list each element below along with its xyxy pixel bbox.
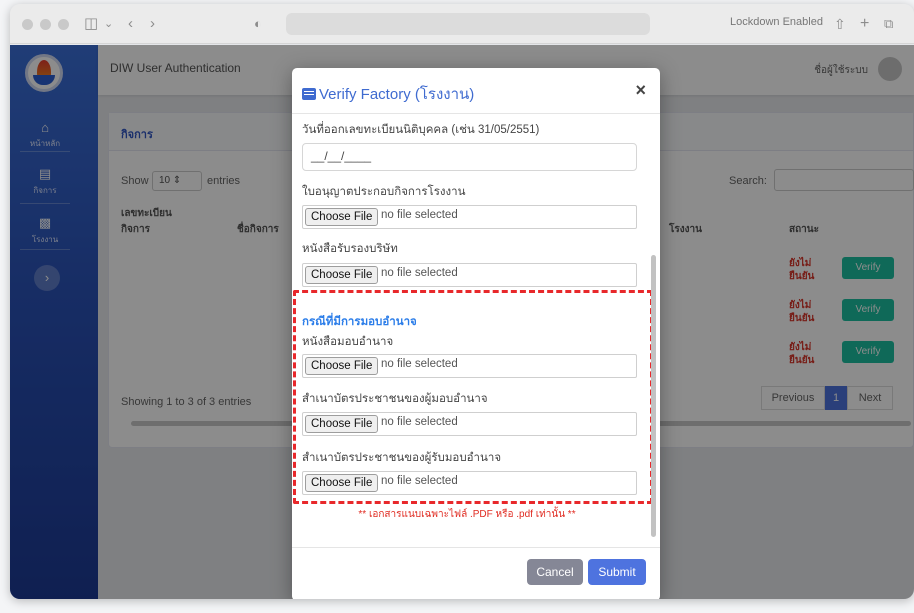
minimize-window-button[interactable]: [40, 19, 51, 30]
cancel-button[interactable]: Cancel: [527, 559, 583, 585]
choose-file-button[interactable]: Choose File: [305, 357, 379, 375]
chevron-down-icon[interactable]: ⌄: [104, 14, 113, 34]
date-label: วันที่ออกเลขทะเบียนนิติบุคคล (เช่น 31/05…: [302, 124, 540, 136]
file-status: no file selected: [381, 475, 458, 487]
delegation-section-title: กรณีที่มีการมอบอำนาจ: [302, 316, 417, 328]
sidebar-toggle-icon[interactable]: ◫: [84, 14, 98, 34]
chevron-left-icon[interactable]: ‹: [128, 14, 133, 34]
modal-scrollbar[interactable]: [651, 255, 656, 537]
file-input-company-certificate[interactable]: Choose File no file selected: [302, 263, 637, 287]
close-icon[interactable]: ×: [635, 80, 646, 101]
choose-file-button[interactable]: Choose File: [305, 208, 379, 226]
file-input-power-of-attorney[interactable]: Choose File no file selected: [302, 354, 637, 378]
modal-body: วันที่ออกเลขทะเบียนนิติบุคคล (เช่น 31/05…: [292, 115, 660, 547]
share-icon[interactable]: ⇧: [834, 14, 846, 34]
file-label-grantor-id: สำเนาบัตรประชาชนของผู้มอบอำนาจ: [302, 393, 488, 405]
lockdown-status: Lockdown Enabled: [730, 16, 823, 28]
choose-file-button[interactable]: Choose File: [305, 415, 379, 433]
date-field[interactable]: __/__/____: [302, 143, 637, 171]
file-input-grantor-id[interactable]: Choose File no file selected: [302, 412, 637, 436]
file-label-factory-license: ใบอนุญาตประกอบกิจการโรงงาน: [302, 186, 466, 198]
shield-icon[interactable]: ◐: [254, 14, 262, 34]
modal-title: Verify Factory (โรงงาน): [302, 82, 474, 106]
browser-window: ◫ ⌄ ‹ › ◐ Lockdown Enabled ⇧ + ⧉ ⌂ หน้าห…: [10, 4, 914, 599]
file-label-power-of-attorney: หนังสือมอบอำนาจ: [302, 336, 394, 348]
url-bar[interactable]: [286, 13, 650, 35]
choose-file-button[interactable]: Choose File: [305, 474, 379, 492]
close-window-button[interactable]: [22, 19, 33, 30]
file-status: no file selected: [381, 209, 458, 221]
file-status: no file selected: [381, 416, 458, 428]
file-label-grantee-id: สำเนาบัตรประชาชนของผู้รับมอบอำนาจ: [302, 452, 502, 464]
file-input-grantee-id[interactable]: Choose File no file selected: [302, 471, 637, 495]
file-status: no file selected: [381, 358, 458, 370]
file-status: no file selected: [381, 267, 458, 279]
file-input-factory-license[interactable]: Choose File no file selected: [302, 205, 637, 229]
file-type-note: ** เอกสารแนบเฉพาะไฟล์ .PDF หรือ .pdf เท่…: [358, 509, 576, 520]
plus-icon[interactable]: +: [860, 14, 869, 34]
tabs-icon[interactable]: ⧉: [884, 14, 893, 34]
submit-button[interactable]: Submit: [588, 559, 646, 585]
file-label-company-certificate: หนังสือรับรองบริษัท: [302, 243, 398, 255]
chevron-right-icon[interactable]: ›: [150, 14, 155, 34]
choose-file-button[interactable]: Choose File: [305, 266, 379, 284]
modal-header: Verify Factory (โรงงาน) ×: [292, 68, 660, 114]
modal-footer: Cancel Submit: [292, 547, 660, 599]
zoom-window-button[interactable]: [58, 19, 69, 30]
browser-titlebar: ◫ ⌄ ‹ › ◐ Lockdown Enabled ⇧ + ⧉: [10, 4, 914, 44]
verify-factory-modal: Verify Factory (โรงงาน) × วันที่ออกเลขทะ…: [292, 68, 660, 599]
list-icon: [302, 88, 316, 100]
